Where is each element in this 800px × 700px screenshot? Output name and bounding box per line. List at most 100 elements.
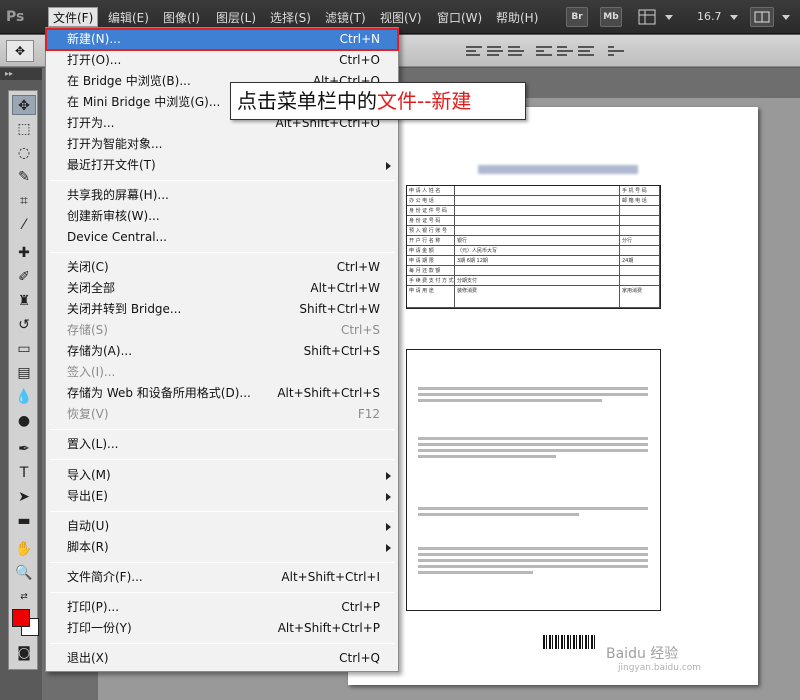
barcode (543, 635, 595, 649)
menu-item-automate[interactable]: 自动(U) (46, 516, 398, 537)
photoshop-logo: Ps (6, 9, 25, 25)
align-vcenter-icon[interactable] (487, 45, 503, 57)
menu-separator (50, 429, 394, 430)
menu-edit[interactable]: 编辑(E) (103, 7, 154, 27)
shape-tool-icon[interactable]: ▬ (12, 511, 36, 531)
hand-tool-icon[interactable]: ✋ (12, 539, 36, 559)
menu-item-recent-files[interactable]: 最近打开文件(T) (46, 155, 398, 176)
menu-help[interactable]: 帮助(H) (491, 7, 543, 27)
grid-view-icon[interactable] (636, 7, 658, 27)
zoom-tool-icon[interactable]: 🔍 (12, 563, 36, 583)
arrange-arrow-icon[interactable] (780, 7, 792, 27)
panel-collapse-icon[interactable]: ▸▸ (0, 68, 42, 80)
quick-mask-icon[interactable]: ◙ (12, 643, 36, 663)
eyedropper-tool-icon[interactable]: ⁄ (12, 215, 36, 235)
history-brush-tool-icon[interactable]: ↺ (12, 315, 36, 335)
dropdown-arrow-icon[interactable] (663, 7, 675, 27)
align-bottom-icon[interactable] (508, 45, 524, 57)
distribute-left-icon[interactable] (536, 45, 552, 57)
zoom-level[interactable]: 16.7 (697, 7, 727, 27)
move-tool-preset-icon[interactable]: ✥ (6, 40, 34, 62)
watermark: Baidu 经验 (606, 646, 679, 662)
menu-item-new[interactable]: 新建(N)... Ctrl+N (45, 28, 399, 51)
menu-separator (50, 643, 394, 644)
paragraph-text (418, 387, 648, 417)
distribute-right-icon[interactable] (578, 45, 594, 57)
swap-colors-icon[interactable]: ⇄ (12, 587, 36, 607)
menu-image[interactable]: 图像(I) (158, 7, 205, 27)
menu-item-close-all[interactable]: 关闭全部 Alt+Ctrl+W (46, 278, 398, 299)
menu-select[interactable]: 选择(S) (265, 7, 316, 27)
menu-separator (50, 511, 394, 512)
menu-item-save[interactable]: 存储(S) Ctrl+S (46, 320, 398, 341)
menu-separator (50, 459, 394, 460)
brush-tool-icon[interactable]: ✐ (12, 267, 36, 287)
menu-item-revert[interactable]: 恢复(V) F12 (46, 404, 398, 425)
pen-tool-icon[interactable]: ✒ (12, 439, 36, 459)
crop-tool-icon[interactable]: ⌗ (12, 191, 36, 211)
menu-filter[interactable]: 滤镜(T) (320, 7, 371, 27)
form-row: 申 请 金 额 （元）人民币大写 (407, 246, 660, 256)
menu-item-share-screen[interactable]: 共享我的屏幕(H)... (46, 185, 398, 206)
arrange-documents-icon[interactable] (750, 7, 774, 27)
form-row: 申 请 用 途 装修消费 家用消费 (407, 286, 660, 308)
menu-item-scripts[interactable]: 脚本(R) (46, 537, 398, 558)
menu-item-print[interactable]: 打印(P)... Ctrl+P (46, 597, 398, 618)
menu-item-file-info[interactable]: 文件简介(F)... Alt+Shift+Ctrl+I (46, 567, 398, 588)
form-row: 身 份 证 件 号 码 (407, 206, 660, 216)
submenu-arrow-icon (386, 523, 391, 531)
eraser-tool-icon[interactable]: ▭ (12, 339, 36, 359)
menu-file[interactable]: 文件(F) (48, 7, 99, 27)
menu-item-export[interactable]: 导出(E) (46, 486, 398, 507)
menu-item-create-review[interactable]: 创建新审核(W)... (46, 206, 398, 227)
paragraph-text (418, 437, 648, 467)
zoom-arrow-icon[interactable] (728, 7, 740, 27)
menu-separator (50, 592, 394, 593)
document-title-blurred (478, 165, 638, 174)
menu-item-save-for-web[interactable]: 存储为 Web 和设备所用格式(D)... Alt+Shift+Ctrl+S (46, 383, 398, 404)
marquee-tool-icon[interactable]: ⬚ (12, 119, 36, 139)
menu-view[interactable]: 视图(V) (375, 7, 427, 27)
tutorial-annotation: 点击菜单栏中的文件--新建 (230, 82, 526, 120)
foreground-color-swatch[interactable] (12, 609, 30, 627)
form-row: 身 份 证 号 码 (407, 216, 660, 226)
menu-item-print-one-copy[interactable]: 打印一份(Y) Alt+Shift+Ctrl+P (46, 618, 398, 639)
menu-item-save-as[interactable]: 存储为(A)... Shift+Ctrl+S (46, 341, 398, 362)
distribute-center-icon[interactable] (557, 45, 573, 57)
clone-stamp-tool-icon[interactable]: ♜ (12, 291, 36, 311)
align-top-icon[interactable] (466, 45, 482, 57)
menu-layer[interactable]: 图层(L) (211, 7, 261, 27)
menu-item-close-go-bridge[interactable]: 关闭并转到 Bridge... Shift+Ctrl+W (46, 299, 398, 320)
form-row: 申 请 期 限 3期 6期 12期 24期 (407, 256, 660, 266)
file-menu-dropdown: 新建(N)... Ctrl+N 打开(O)... Ctrl+O 在 Bridge 中… (45, 27, 399, 672)
submenu-arrow-icon (386, 472, 391, 480)
quick-select-tool-icon[interactable]: ✎ (12, 167, 36, 187)
menu-item-check-in[interactable]: 签入(I)... (46, 362, 398, 383)
tools-panel: ▸▸ ✥ ⬚ ◌ ✎ ⌗ ⁄ ✚ ✐ ♜ ↺ ▭ ▤ 💧 ● ✒ T ➤ ▬ ✋… (0, 68, 42, 700)
form-row: 每 月 还 款 额 (407, 266, 660, 276)
menu-item-device-central[interactable]: Device Central... (46, 227, 398, 248)
lasso-tool-icon[interactable]: ◌ (12, 143, 36, 163)
watermark-url: jingyan.baidu.com (618, 663, 702, 673)
menu-item-place[interactable]: 置入(L)... (46, 434, 398, 455)
form-row: 手 续 费 支 付 方 式 分期支付 (407, 276, 660, 286)
dodge-tool-icon[interactable]: ● (12, 411, 36, 431)
annotation-highlight: 文件--新建 (377, 89, 472, 113)
menu-separator (50, 180, 394, 181)
menu-item-exit[interactable]: 退出(X) Ctrl+Q (46, 648, 398, 669)
bridge-button[interactable]: Br (566, 7, 588, 27)
menu-item-close[interactable]: 关闭(C) Ctrl+W (46, 257, 398, 278)
gradient-tool-icon[interactable]: ▤ (12, 363, 36, 383)
blur-tool-icon[interactable]: 💧 (12, 387, 36, 407)
healing-brush-tool-icon[interactable]: ✚ (12, 243, 36, 263)
menu-window[interactable]: 窗口(W) (432, 7, 487, 27)
auto-align-icon[interactable] (608, 45, 624, 57)
type-tool-icon[interactable]: T (12, 463, 36, 483)
move-tool-icon[interactable]: ✥ (12, 95, 36, 115)
menu-item-open-as-smart-object[interactable]: 打开为智能对象... (46, 134, 398, 155)
mini-bridge-button[interactable]: Mb (600, 7, 622, 27)
annotation-text: 点击菜单栏中的 (237, 89, 377, 113)
path-selection-tool-icon[interactable]: ➤ (12, 487, 36, 507)
menu-item-import[interactable]: 导入(M) (46, 465, 398, 486)
menu-item-open[interactable]: 打开(O)... Ctrl+O (46, 50, 398, 71)
